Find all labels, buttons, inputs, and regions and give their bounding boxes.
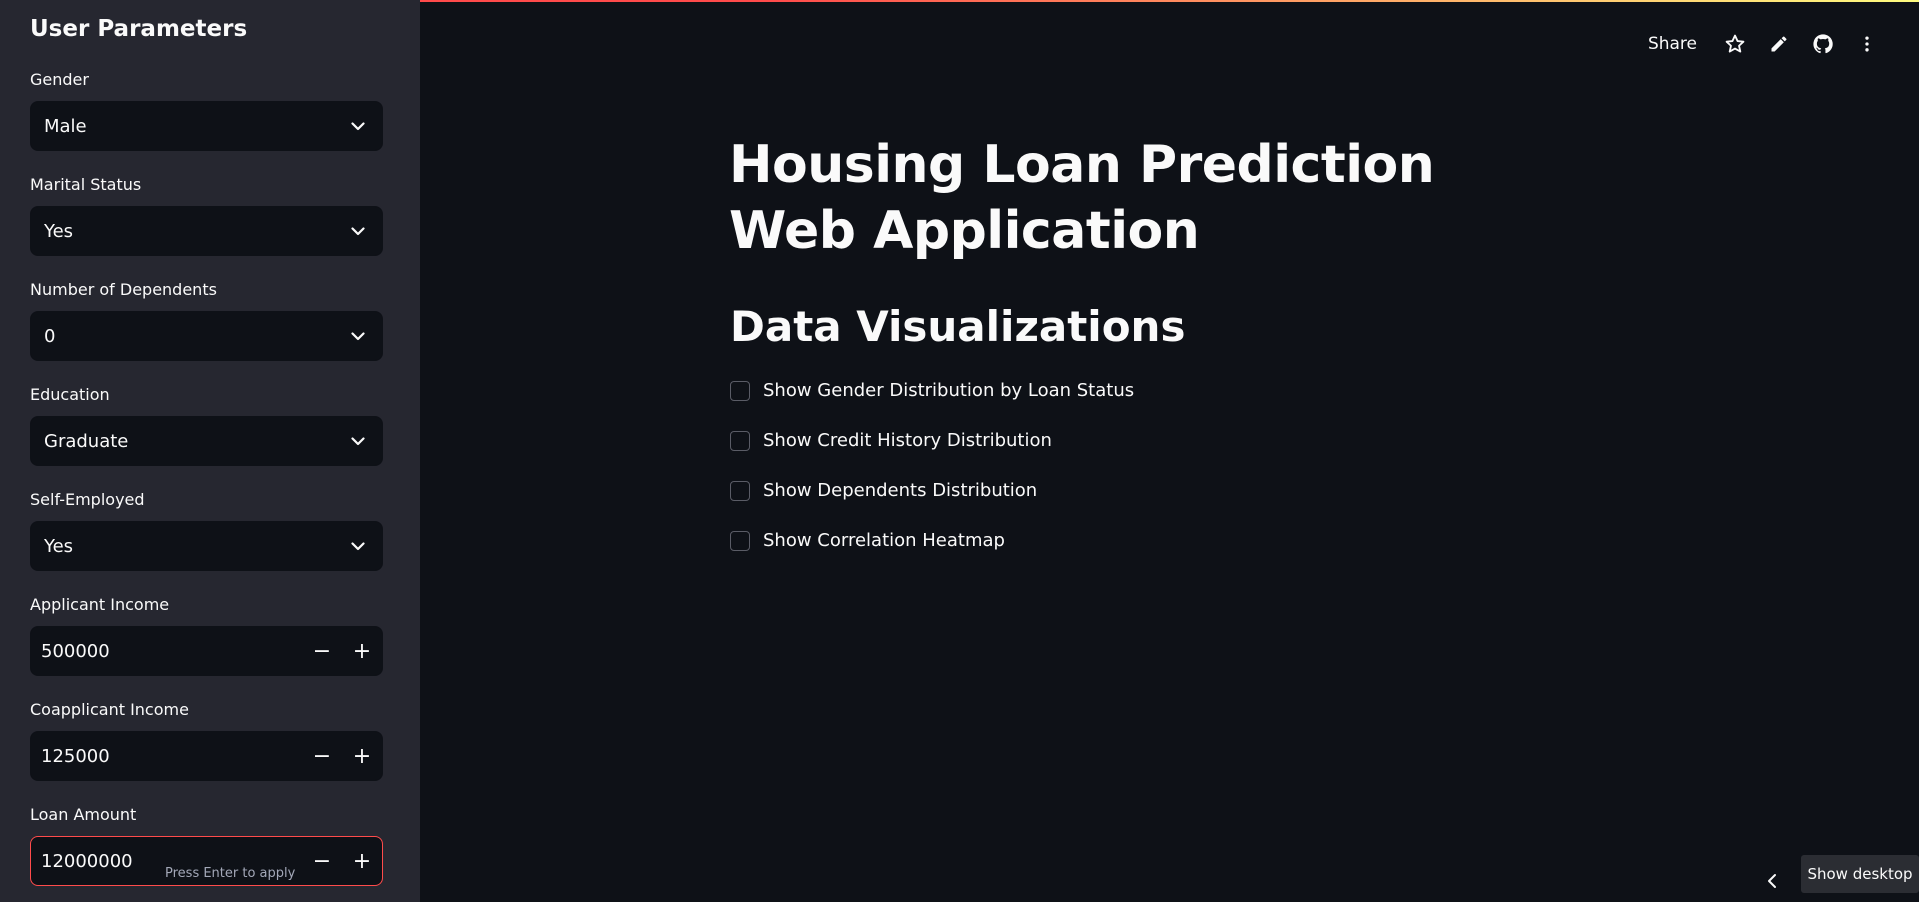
- press-enter-hint: Press Enter to apply: [165, 866, 296, 881]
- coapplicant-income-label: Coapplicant Income: [30, 700, 189, 719]
- header-toolbar: Share: [1648, 30, 1889, 58]
- chevron-down-icon: [350, 118, 366, 134]
- self-employed-select[interactable]: Yes: [30, 521, 383, 571]
- checkbox-correlation-heatmap[interactable]: Show Correlation Heatmap: [730, 530, 1005, 551]
- checkbox-box[interactable]: [730, 430, 750, 451]
- show-desktop-button[interactable]: Show desktop: [1801, 855, 1919, 893]
- dependents-select[interactable]: 0: [30, 311, 383, 361]
- checkbox-label: Show Dependents Distribution: [763, 480, 1038, 501]
- chevron-down-icon: [350, 538, 366, 554]
- pencil-icon[interactable]: [1757, 30, 1801, 58]
- coapplicant-income-field[interactable]: [31, 745, 302, 767]
- sidebar-title: User Parameters: [30, 16, 248, 42]
- checkbox-box[interactable]: [730, 380, 750, 401]
- checkbox-credit-history[interactable]: Show Credit History Distribution: [730, 430, 1052, 451]
- gender-label: Gender: [30, 70, 89, 89]
- checkbox-gender-distribution[interactable]: Show Gender Distribution by Loan Status: [730, 380, 1134, 401]
- applicant-income-field[interactable]: [31, 640, 302, 662]
- section-title: Data Visualizations: [730, 302, 1186, 351]
- chevron-down-icon: [350, 223, 366, 239]
- chevron-left-icon[interactable]: [1763, 871, 1781, 891]
- applicant-income-label: Applicant Income: [30, 595, 170, 614]
- more-vert-icon[interactable]: [1845, 30, 1889, 58]
- checkbox-label: Show Correlation Heatmap: [763, 530, 1005, 551]
- checkbox-label: Show Credit History Distribution: [763, 430, 1052, 451]
- dependents-label: Number of Dependents: [30, 280, 217, 299]
- loan-amount-label: Loan Amount: [30, 805, 137, 824]
- marital-status-select[interactable]: Yes: [30, 206, 383, 256]
- chevron-down-icon: [350, 328, 366, 344]
- chevron-down-icon: [350, 433, 366, 449]
- coapplicant-income-input: − +: [30, 731, 383, 781]
- share-button[interactable]: Share: [1648, 34, 1697, 54]
- education-value: Graduate: [44, 430, 129, 452]
- education-label: Education: [30, 385, 110, 404]
- page-title: Housing Loan Prediction Web Application: [729, 135, 1435, 261]
- gender-value: Male: [44, 115, 87, 137]
- decrement-button[interactable]: −: [302, 837, 342, 885]
- dependents-value: 0: [44, 325, 56, 347]
- decrement-button[interactable]: −: [302, 627, 342, 675]
- marital-status-label: Marital Status: [30, 175, 142, 194]
- sidebar: User Parameters Gender Male Marital Stat…: [0, 0, 420, 902]
- self-employed-label: Self-Employed: [30, 490, 145, 509]
- star-icon[interactable]: [1713, 30, 1757, 58]
- checkbox-box[interactable]: [730, 480, 750, 501]
- github-icon[interactable]: [1801, 30, 1845, 58]
- increment-button[interactable]: +: [342, 627, 382, 675]
- checkbox-dependents-distribution[interactable]: Show Dependents Distribution: [730, 480, 1037, 501]
- education-select[interactable]: Graduate: [30, 416, 383, 466]
- increment-button[interactable]: +: [342, 732, 382, 780]
- checkbox-box[interactable]: [730, 530, 750, 551]
- checkbox-label: Show Gender Distribution by Loan Status: [763, 380, 1135, 401]
- self-employed-value: Yes: [44, 535, 74, 557]
- gender-select[interactable]: Male: [30, 101, 383, 151]
- applicant-income-input: − +: [30, 626, 383, 676]
- marital-status-value: Yes: [44, 220, 74, 242]
- decrement-button[interactable]: −: [302, 732, 342, 780]
- increment-button[interactable]: +: [342, 837, 382, 885]
